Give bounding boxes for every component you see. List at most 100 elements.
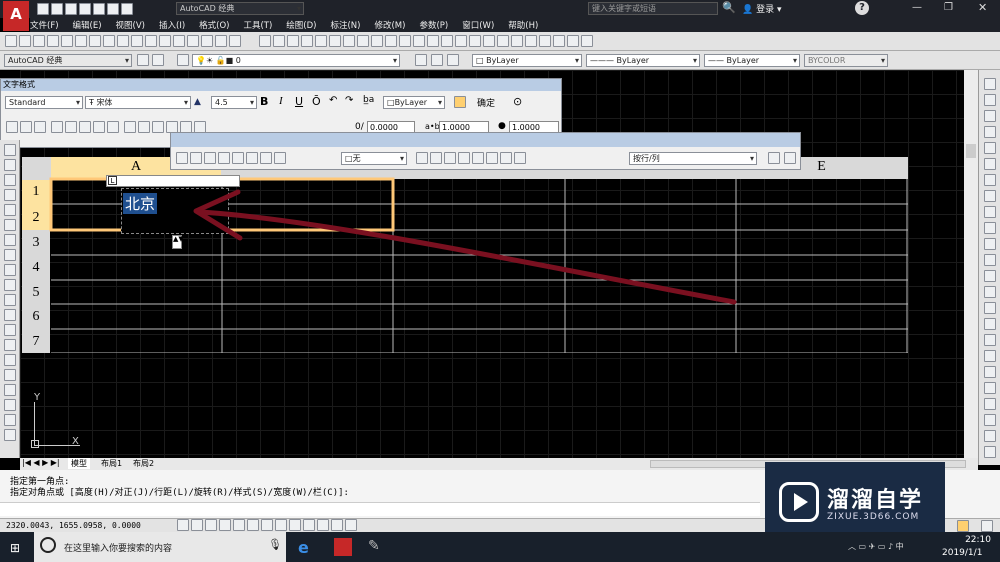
color-combo[interactable]: □ ByLayer bbox=[472, 54, 582, 67]
cell-lock-icon[interactable] bbox=[430, 152, 442, 164]
pan-icon[interactable] bbox=[159, 35, 171, 47]
qp-icon[interactable] bbox=[331, 519, 343, 531]
polar-icon[interactable] bbox=[219, 519, 231, 531]
zoom-previous-icon[interactable] bbox=[468, 35, 481, 47]
saveas-icon[interactable] bbox=[79, 3, 91, 15]
spline-icon[interactable] bbox=[4, 264, 16, 276]
text-style-icon[interactable] bbox=[580, 35, 593, 47]
draworder-icon[interactable] bbox=[984, 366, 996, 378]
ortho-icon[interactable] bbox=[205, 519, 217, 531]
move-icon[interactable] bbox=[984, 158, 996, 170]
annotative-icon[interactable]: ▲ bbox=[194, 97, 201, 107]
chamfer-icon[interactable] bbox=[984, 302, 996, 314]
publish-icon[interactable] bbox=[328, 35, 341, 47]
print-icon[interactable] bbox=[93, 3, 105, 15]
menu-item[interactable]: 标注(N) bbox=[330, 19, 360, 31]
ungroup-icon[interactable] bbox=[984, 398, 996, 410]
print-icon[interactable] bbox=[47, 35, 59, 47]
paste-icon[interactable] bbox=[117, 35, 129, 47]
insert-col-right-icon[interactable] bbox=[232, 152, 244, 164]
lineweight-combo[interactable]: —— ByLayer bbox=[704, 54, 800, 67]
delete-col-icon[interactable] bbox=[246, 152, 258, 164]
new-icon[interactable] bbox=[258, 35, 271, 47]
ok-button[interactable]: 确定 bbox=[477, 96, 495, 109]
mirror-icon[interactable] bbox=[984, 110, 996, 122]
markup-icon[interactable] bbox=[538, 35, 551, 47]
region-icon[interactable] bbox=[4, 384, 16, 396]
array-icon[interactable] bbox=[984, 142, 996, 154]
ellipse-icon[interactable] bbox=[4, 279, 16, 291]
trim-icon[interactable] bbox=[984, 222, 996, 234]
row-header-3[interactable]: 3 bbox=[22, 231, 50, 255]
search-icon[interactable]: 🔍 bbox=[722, 1, 736, 14]
save-icon[interactable] bbox=[65, 3, 77, 15]
break-icon[interactable] bbox=[984, 270, 996, 282]
table-object[interactable]: A E 1234567 北京 L ▲▼ bbox=[22, 157, 908, 353]
line-icon[interactable] bbox=[4, 144, 16, 156]
upload-icon[interactable] bbox=[784, 152, 796, 164]
open-icon[interactable] bbox=[272, 35, 285, 47]
tab-model[interactable]: 模型 bbox=[68, 458, 90, 469]
copy-icon[interactable] bbox=[356, 35, 369, 47]
print-icon[interactable] bbox=[300, 35, 313, 47]
align-left-icon[interactable] bbox=[50, 121, 63, 133]
undo-icon[interactable] bbox=[398, 35, 411, 47]
zoom-window-icon[interactable] bbox=[454, 35, 467, 47]
scale-icon[interactable] bbox=[984, 190, 996, 202]
ruler[interactable] bbox=[106, 175, 240, 187]
tpy-icon[interactable] bbox=[317, 519, 329, 531]
menu-item[interactable]: 编辑(E) bbox=[73, 19, 102, 31]
blend-icon[interactable] bbox=[984, 334, 996, 346]
rotate-icon[interactable] bbox=[984, 174, 996, 186]
redo-icon[interactable] bbox=[121, 3, 133, 15]
zoom-window-icon[interactable] bbox=[187, 35, 199, 47]
save-icon[interactable] bbox=[33, 35, 45, 47]
bold-button[interactable]: B bbox=[260, 95, 268, 108]
clock-date[interactable]: 2019/1/1 bbox=[942, 548, 982, 558]
join-icon[interactable] bbox=[984, 286, 996, 298]
calculator-icon[interactable] bbox=[552, 35, 565, 47]
merge-cells-icon[interactable] bbox=[260, 152, 272, 164]
app-taskbar-icon[interactable]: ✎ bbox=[368, 538, 380, 554]
style-combo[interactable]: Standard bbox=[5, 96, 83, 109]
menu-item[interactable]: 绘图(D) bbox=[286, 19, 316, 31]
insert-field-icon[interactable] bbox=[151, 121, 164, 133]
app-logo[interactable]: A bbox=[3, 1, 29, 31]
erase-icon[interactable] bbox=[984, 78, 996, 90]
font-combo[interactable]: Ŧ 宋体 bbox=[85, 96, 191, 109]
menu-item[interactable]: 格式(O) bbox=[199, 19, 229, 31]
insert-row-below-icon[interactable] bbox=[190, 152, 202, 164]
options-icon[interactable]: ⊙ bbox=[513, 95, 522, 108]
circle-icon[interactable] bbox=[4, 234, 16, 246]
linetype-combo[interactable]: ——— ByLayer bbox=[586, 54, 700, 67]
paragraph-icon[interactable] bbox=[34, 121, 46, 133]
redo-icon[interactable]: ↷ bbox=[345, 95, 353, 106]
tool-palette-icon[interactable] bbox=[510, 35, 523, 47]
align-center-icon[interactable] bbox=[64, 121, 77, 133]
vertical-scrollbar[interactable] bbox=[964, 70, 978, 458]
osnap-icon[interactable] bbox=[233, 519, 245, 531]
preview-icon[interactable] bbox=[61, 35, 73, 47]
grid-icon[interactable] bbox=[191, 519, 203, 531]
text-color-combo[interactable]: □ByLayer bbox=[383, 96, 445, 109]
open-icon[interactable] bbox=[19, 35, 31, 47]
tab-nav-icons[interactable]: |◀ ◀ ▶ ▶| bbox=[22, 458, 60, 467]
3dosnap-icon[interactable] bbox=[247, 519, 259, 531]
row-header-7[interactable]: 7 bbox=[22, 330, 50, 353]
menu-item[interactable]: 修改(M) bbox=[374, 19, 405, 31]
lightbulb-icon[interactable] bbox=[957, 520, 969, 532]
polygon-icon[interactable] bbox=[4, 189, 16, 201]
pan-icon[interactable] bbox=[426, 35, 439, 47]
workspace-settings-icon[interactable] bbox=[137, 54, 149, 66]
extend-icon[interactable] bbox=[984, 238, 996, 250]
menu-item[interactable]: 视图(V) bbox=[116, 19, 145, 31]
rectangle-icon[interactable] bbox=[4, 204, 16, 216]
help-icon[interactable] bbox=[566, 35, 579, 47]
new-icon[interactable] bbox=[5, 35, 17, 47]
copy-icon[interactable] bbox=[984, 94, 996, 106]
row-header-6[interactable]: 6 bbox=[22, 305, 50, 329]
customize-icon[interactable] bbox=[152, 54, 164, 66]
delete-row-icon[interactable] bbox=[204, 152, 216, 164]
row-header-4[interactable]: 4 bbox=[22, 256, 50, 280]
tray-icons[interactable]: ︿ ▭ ✈ ▭ ♪ 中 bbox=[848, 541, 904, 552]
